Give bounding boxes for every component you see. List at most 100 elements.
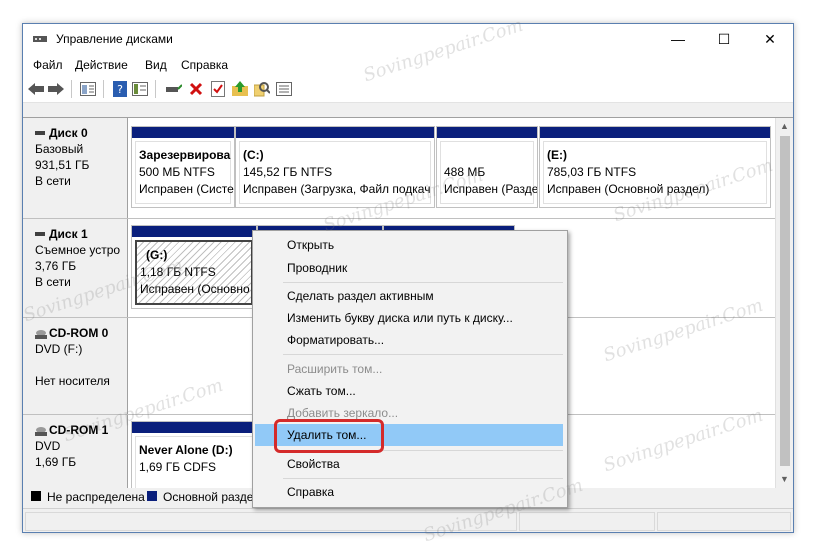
- disk-name: Диск 1: [49, 227, 88, 241]
- status-cell: [25, 512, 517, 531]
- partition-d[interactable]: Never Alone (D:) 1,69 ГБ CDFS: [131, 421, 257, 493]
- menu-action[interactable]: Действие: [75, 58, 128, 72]
- list-view-icon[interactable]: [275, 80, 293, 98]
- partition-name: [444, 147, 530, 164]
- primary-partition-bar: [132, 422, 256, 433]
- menu-item-mark-active[interactable]: Сделать раздел активным: [287, 289, 434, 303]
- partition-status: Исправен (Разде: [444, 182, 538, 196]
- close-button[interactable]: ✕: [747, 24, 793, 54]
- menu-item-change-letter[interactable]: Изменить букву диска или путь к диску...: [287, 311, 513, 325]
- toolbar-separator: [71, 80, 72, 98]
- checklist-icon[interactable]: [209, 80, 227, 98]
- primary-partition-bar: [132, 226, 256, 237]
- show-hide-tree-icon[interactable]: [79, 80, 97, 98]
- primary-partition-bar: [236, 127, 434, 138]
- delete-volume-callout: [274, 419, 384, 453]
- menu-item-help[interactable]: Справка: [287, 485, 334, 499]
- scroll-thumb[interactable]: [780, 136, 790, 466]
- hard-disk-icon: [35, 130, 45, 135]
- disk-row-0: Диск 0 Базовый 931,51 ГБ В сети Зарезерв…: [23, 118, 775, 219]
- toolbar: ?: [23, 76, 793, 103]
- toolbar-separator: [103, 80, 104, 98]
- cd-drive-icon: [35, 329, 47, 339]
- partition-name: Never Alone (D:): [139, 443, 233, 457]
- legend-primary-swatch: [147, 491, 157, 501]
- maximize-button[interactable]: ☐: [701, 24, 747, 54]
- disk-type: Съемное устро: [35, 243, 121, 257]
- partition-info: 1,18 ГБ NTFS: [140, 265, 216, 279]
- menu-view[interactable]: Вид: [145, 58, 167, 72]
- menu-separator: [283, 282, 563, 283]
- menu-bar: Файл Действие Вид Справка: [23, 54, 793, 76]
- disk-1-label[interactable]: Диск 1 Съемное устро 3,76 ГБ В сети: [23, 219, 128, 317]
- partition-info: 785,03 ГБ NTFS: [547, 165, 637, 179]
- menu-item-format[interactable]: Форматировать...: [287, 333, 384, 347]
- minimize-button[interactable]: —: [655, 24, 701, 54]
- disk-size: 1,69 ГБ: [35, 455, 77, 469]
- partition-status: Исправен (Основно: [140, 282, 250, 296]
- primary-partition-bar: [540, 127, 770, 138]
- partition-status: Исправен (Основной раздел): [547, 182, 710, 196]
- toolbar-separator: [155, 80, 156, 98]
- legend-unallocated-label: Не распределена: [47, 490, 145, 504]
- disk-type: DVD (F:): [35, 342, 83, 356]
- partition-name: (G:): [146, 248, 168, 262]
- disk-size: 3,76 ГБ: [35, 259, 77, 273]
- vertical-scrollbar[interactable]: ▲ ▼: [775, 118, 793, 488]
- partition-g[interactable]: (G:) 1,18 ГБ NTFS Исправен (Основно: [131, 225, 257, 309]
- menu-item-add-mirror: Добавить зеркало...: [287, 406, 399, 420]
- window-title: Управление дисками: [56, 32, 173, 46]
- partition-status: Исправен (Систе: [139, 182, 234, 196]
- back-arrow-icon[interactable]: [27, 80, 45, 98]
- find-icon[interactable]: [253, 80, 271, 98]
- disk-name: CD-ROM 0: [49, 326, 109, 340]
- menu-item-extend-volume: Расширить том...: [287, 362, 383, 376]
- legend-primary-label: Основной разде: [163, 490, 254, 504]
- partition-info: 488 МБ: [444, 165, 486, 179]
- menu-item-shrink-volume[interactable]: Сжать том...: [287, 384, 356, 398]
- partition-status: Исправен (Загрузка, Файл подкач: [243, 182, 431, 196]
- partition-name: (C:): [243, 148, 264, 162]
- primary-partition-bar: [437, 127, 537, 138]
- disk-status: В сети: [35, 275, 71, 289]
- connect-drive-icon[interactable]: [165, 80, 183, 98]
- partition-reserved[interactable]: Зарезервирова 500 МБ NTFS Исправен (Сист…: [131, 126, 235, 208]
- status-bar: [23, 508, 793, 532]
- up-folder-icon[interactable]: [231, 80, 249, 98]
- primary-partition-bar: [132, 127, 234, 138]
- disk-status: Нет носителя: [35, 374, 110, 388]
- disk-0-label[interactable]: Диск 0 Базовый 931,51 ГБ В сети: [23, 118, 128, 218]
- menu-item-explorer[interactable]: Проводник: [287, 261, 347, 275]
- menu-help[interactable]: Справка: [181, 58, 228, 72]
- partition-info: 145,52 ГБ NTFS: [243, 165, 333, 179]
- disk-type: DVD: [35, 439, 61, 453]
- partition-info: 500 МБ NTFS: [139, 165, 215, 179]
- context-menu: Открыть Проводник Сделать раздел активны…: [252, 230, 568, 508]
- scroll-up-icon[interactable]: ▲: [780, 121, 789, 131]
- properties-icon[interactable]: [131, 80, 149, 98]
- partition-e[interactable]: (E:) 785,03 ГБ NTFS Исправен (Основной р…: [539, 126, 771, 208]
- menu-file[interactable]: Файл: [33, 58, 63, 72]
- partition-name: (E:): [547, 148, 567, 162]
- svg-text:?: ?: [117, 83, 123, 96]
- disk-size: 931,51 ГБ: [35, 158, 90, 172]
- disk-management-app-icon: [33, 36, 47, 42]
- scroll-down-icon[interactable]: ▼: [780, 474, 789, 484]
- partition-recovery[interactable]: 488 МБ Исправен (Разде: [436, 126, 538, 208]
- partition-name: Зарезервирова: [139, 148, 231, 162]
- disk-name: CD-ROM 1: [49, 423, 109, 437]
- partition-c[interactable]: (C:) 145,52 ГБ NTFS Исправен (Загрузка, …: [235, 126, 435, 208]
- cdrom-1-label[interactable]: CD-ROM 1 DVD 1,69 ГБ: [23, 415, 128, 488]
- help-icon[interactable]: ?: [111, 80, 129, 98]
- cdrom-0-label[interactable]: CD-ROM 0 DVD (F:) Нет носителя: [23, 318, 128, 414]
- title-bar: Управление дисками — ☐ ✕: [23, 24, 793, 54]
- cd-drive-icon: [35, 426, 47, 436]
- menu-item-open[interactable]: Открыть: [287, 238, 334, 252]
- status-cell: [657, 512, 791, 531]
- menu-item-properties[interactable]: Свойства: [287, 457, 340, 471]
- legend-unallocated-swatch: [31, 491, 41, 501]
- forward-arrow-icon[interactable]: [47, 80, 65, 98]
- delete-icon[interactable]: [187, 80, 205, 98]
- disk-type: Базовый: [35, 142, 84, 156]
- partition-info: 1,69 ГБ CDFS: [139, 460, 217, 474]
